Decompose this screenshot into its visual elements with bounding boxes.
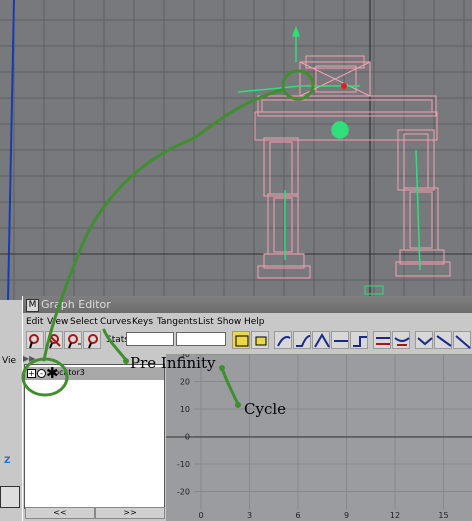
move-key-icon[interactable] (26, 331, 44, 349)
curve-outliner[interactable]: + - ✱ locator3 (24, 364, 165, 509)
axis-indicator: Z (4, 456, 11, 466)
window-title: Graph Editor (41, 298, 111, 311)
frame-selection-icon[interactable] (251, 331, 269, 349)
annotation-cycle: Cycle (244, 400, 287, 418)
outliner-prev-button[interactable]: << (25, 507, 95, 519)
x-tick-label: 15 (438, 511, 448, 520)
menu-edit[interactable]: Edit (26, 317, 43, 327)
free-weight-icon[interactable] (415, 331, 433, 349)
linear-tangent-icon[interactable] (312, 331, 330, 349)
toolbar: Stats (23, 330, 472, 352)
add-key-icon[interactable] (64, 331, 82, 349)
outliner-item-label: locator3 (52, 368, 85, 377)
lattice-key-icon[interactable] (83, 331, 101, 349)
clamped-tangent-icon[interactable] (293, 331, 311, 349)
x-tick-label: 12 (390, 511, 400, 520)
insert-key-icon[interactable] (45, 331, 63, 349)
y-tick-label: -10 (177, 460, 190, 469)
window-titlebar[interactable]: M Graph Editor (23, 296, 472, 313)
menu-keys[interactable]: Keys (132, 317, 153, 327)
weighted-tangent-icon[interactable] (453, 331, 471, 349)
outliner-header-icon[interactable]: ▶▶ (23, 354, 35, 363)
unify-tangent-icon[interactable] (392, 331, 410, 349)
frame-all-icon[interactable] (232, 331, 250, 349)
x-tick-label: 3 (247, 511, 252, 520)
annotation-pre-infinity: Pre Infinity (130, 354, 216, 372)
outliner-next-button[interactable]: >> (95, 507, 165, 519)
menu-view[interactable]: View (47, 317, 68, 327)
menu-bar: Edit View Select Curves Keys Tangents Li… (23, 315, 472, 329)
step-tangent-icon[interactable] (350, 331, 368, 349)
expand-icon[interactable]: + (27, 369, 36, 378)
spline-tangent-icon[interactable] (274, 331, 292, 349)
menu-show[interactable]: Show (217, 317, 241, 327)
stats-field-time[interactable] (126, 332, 174, 346)
curve-graph-area[interactable]: 3020100-10-20 036912151 (166, 354, 472, 521)
app-icon: M (26, 299, 39, 312)
break-tangent-icon[interactable] (373, 331, 391, 349)
menu-list[interactable]: List (198, 317, 214, 327)
flat-tangent-icon[interactable] (331, 331, 349, 349)
collapse-icon[interactable]: - (37, 369, 46, 378)
menu-help[interactable]: Help (244, 317, 265, 327)
panel-button[interactable] (0, 486, 20, 508)
y-tick-label: 10 (180, 405, 190, 414)
menu-curves[interactable]: Curves (100, 317, 131, 327)
curve-graph[interactable]: 3020100-10-20 036912151 (166, 354, 472, 521)
x-tick-label: 9 (344, 511, 349, 520)
x-tick-label: 0 (198, 511, 203, 520)
stats-field-value[interactable] (176, 332, 226, 346)
menu-select[interactable]: Select (70, 317, 98, 327)
y-tick-label: 0 (185, 433, 190, 442)
view-menu-label[interactable]: Vie (2, 356, 16, 366)
y-tick-label: 20 (180, 378, 190, 387)
viewport-side-panel: Vie Z (0, 300, 22, 521)
x-tick-label: 6 (295, 511, 300, 520)
menu-tangents[interactable]: Tangents (157, 317, 197, 327)
y-tick-label: -20 (177, 488, 190, 497)
robot-wireframe[interactable] (0, 0, 472, 300)
3d-viewport[interactable] (0, 0, 472, 300)
lock-weight-icon[interactable] (434, 331, 452, 349)
